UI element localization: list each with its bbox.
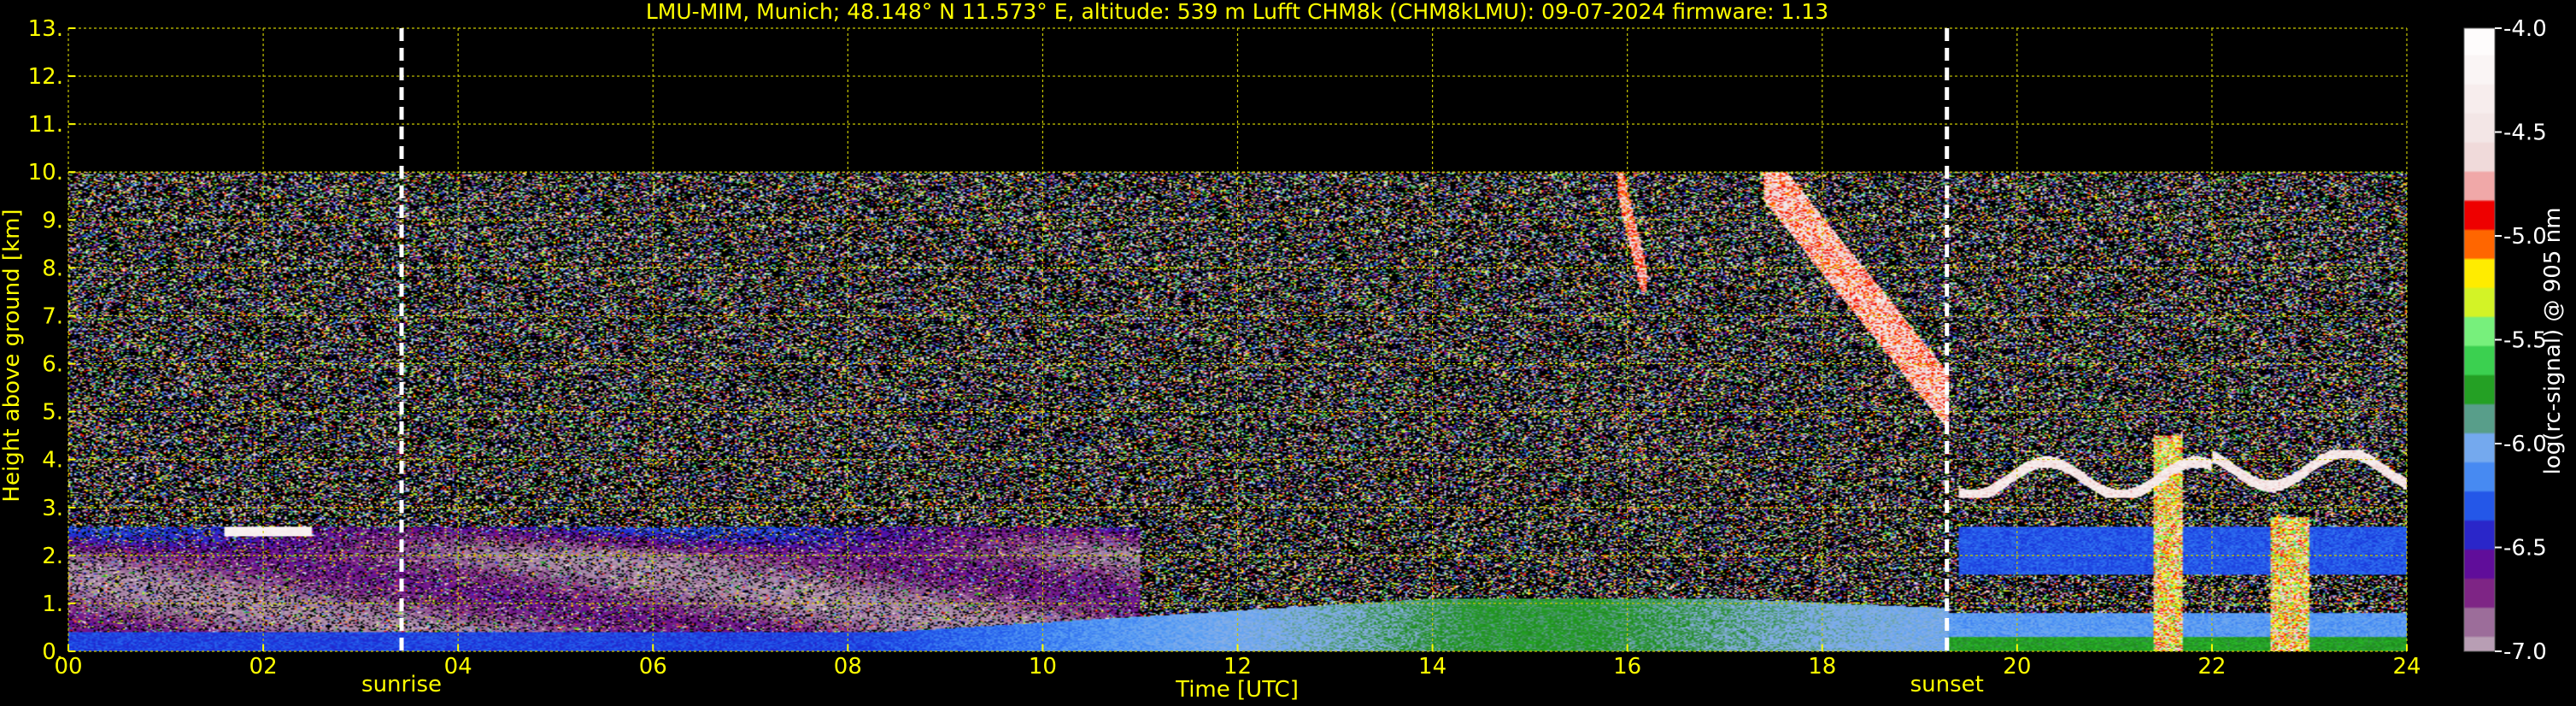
x-tick-label: 24 <box>2392 654 2421 680</box>
y-tick-label: 10. <box>28 160 63 185</box>
y-tick-label: 12. <box>28 64 63 90</box>
y-tick-label: 9. <box>42 208 63 233</box>
x-tick-label: 16 <box>1613 654 1641 680</box>
y-tick-label: 6. <box>42 352 63 378</box>
colorbar-tick-label: -7.0 <box>2503 639 2547 665</box>
y-tick-label: 11. <box>28 112 63 138</box>
chart-title: LMU-MIM, Munich; 48.148° N 11.573° E, al… <box>646 0 1828 24</box>
event-label-sunset: sunset <box>1910 672 1984 697</box>
x-tick-label: 06 <box>639 654 667 680</box>
x-tick-label: 18 <box>1808 654 1836 680</box>
colorbar-tick-label: -6.5 <box>2503 536 2547 562</box>
y-tick-label: 0. <box>42 639 63 665</box>
x-tick-label: 04 <box>444 654 472 680</box>
y-tick-label: 7. <box>42 303 63 329</box>
y-tick-label: 2. <box>42 544 63 569</box>
y-tick-label: 5. <box>42 400 63 426</box>
x-tick-label: 14 <box>1418 654 1446 680</box>
x-tick-label: 02 <box>249 654 278 680</box>
colorbar-tick-label: -4.0 <box>2503 16 2547 42</box>
y-tick-label: 13. <box>28 16 63 42</box>
x-axis-label: Time [UTC] <box>1175 677 1299 703</box>
y-tick-label: 4. <box>42 448 63 474</box>
x-tick-label: 10 <box>1029 654 1057 680</box>
event-label-sunrise: sunrise <box>361 672 442 697</box>
colorbar-label: log(rc-signal) @ 905 nm <box>2540 208 2566 475</box>
colorbar-gradient <box>2464 28 2495 651</box>
y-axis-label: Height above ground [km] <box>0 209 25 502</box>
y-tick-label: 3. <box>42 496 63 521</box>
y-tick-label: 1. <box>42 591 63 617</box>
colorbar-tick-label: -4.5 <box>2503 121 2547 146</box>
x-tick-label: 12 <box>1223 654 1252 680</box>
ceilometer-chart: LMU-MIM, Munich; 48.148° N 11.573° E, al… <box>0 0 2576 706</box>
x-tick-label: 22 <box>2198 654 2226 680</box>
x-tick-label: 20 <box>2003 654 2031 680</box>
y-tick-label: 8. <box>42 256 63 281</box>
x-tick-label: 08 <box>834 654 862 680</box>
